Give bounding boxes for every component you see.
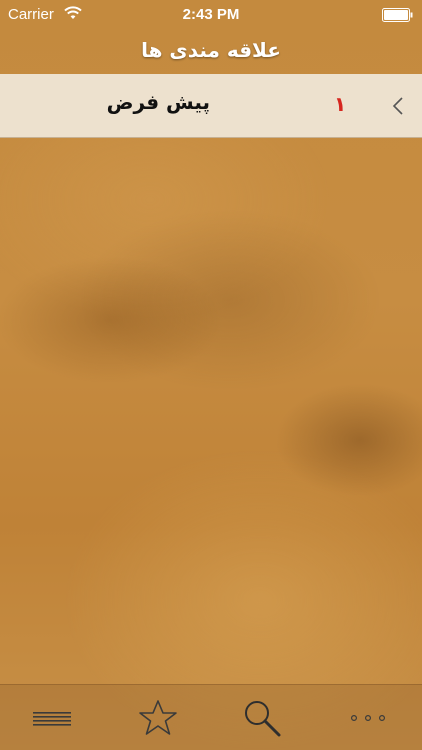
list-item[interactable]: ١ پیش فرض (0, 74, 422, 138)
chevron-left-icon (392, 97, 403, 115)
tab-more[interactable] (328, 685, 408, 750)
tab-bar (0, 684, 422, 750)
list-item-number: ١ (334, 92, 347, 116)
navigation-bar: علاقه مندی ها (0, 30, 422, 74)
battery-icon (382, 8, 413, 22)
tab-search[interactable] (222, 685, 302, 750)
page-title: علاقه مندی ها (141, 38, 281, 62)
tab-favorites[interactable] (118, 685, 198, 750)
star-icon (139, 700, 177, 735)
search-icon (245, 701, 281, 737)
tab-menu[interactable] (12, 685, 92, 750)
list-item-title: پیش فرض (106, 90, 210, 114)
menu-icon (33, 712, 71, 726)
status-time: 2:43 PM (182, 6, 240, 23)
status-bar: Carrier 2:43 PM (0, 0, 422, 30)
favorites-list: ١ پیش فرض (0, 74, 422, 138)
more-dots-icon (350, 714, 386, 722)
